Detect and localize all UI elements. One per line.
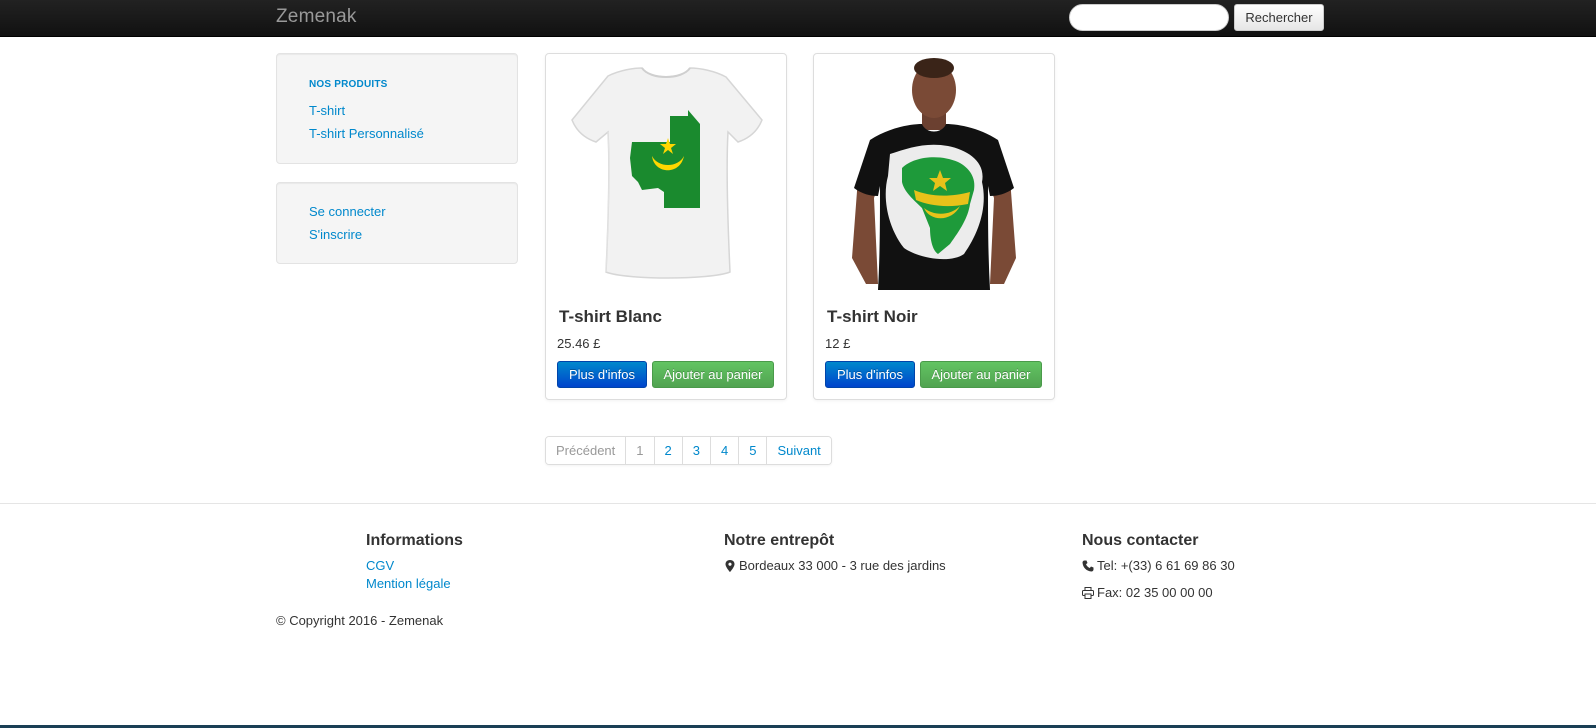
pagination-previous[interactable]: Précédent <box>546 437 626 464</box>
pagination-page-3[interactable]: 3 <box>681 437 710 464</box>
footer-informations-heading: Informations <box>366 532 463 549</box>
more-info-button[interactable]: Plus d'infos <box>825 361 915 388</box>
footer-warehouse: Notre entrepôt Bordeaux 33 000 - 3 rue d… <box>724 532 946 575</box>
product-image-black-tshirt[interactable] <box>818 58 1050 290</box>
pagination-next[interactable]: Suivant <box>766 437 831 464</box>
copyright-text: © Copyright 2016 - Zemenak <box>276 613 444 628</box>
sidebar-item-register[interactable]: S'inscrire <box>309 227 362 242</box>
footer-warehouse-heading: Notre entrepôt <box>724 532 835 549</box>
product-image-white-tshirt[interactable] <box>550 58 782 290</box>
sidebar-products-panel: NOS PRODUITS T-shirt T-shirt Personnalis… <box>276 53 518 164</box>
pagination-page-5[interactable]: 5 <box>738 437 767 464</box>
footer-informations: Informations CGV Mention légale <box>366 532 463 593</box>
product-price: 25.46 £ <box>557 336 601 351</box>
footer-address: Bordeaux 33 000 - 3 rue des jardins <box>724 557 946 575</box>
pagination-page-2[interactable]: 2 <box>653 437 682 464</box>
sidebar-item-login[interactable]: Se connecter <box>309 204 386 219</box>
product-title[interactable]: T-shirt Blanc <box>559 307 662 327</box>
search-button[interactable]: Rechercher <box>1234 4 1324 31</box>
print-icon <box>1082 587 1094 599</box>
more-info-button[interactable]: Plus d'infos <box>557 361 647 388</box>
sidebar-item-tshirt-personnalise[interactable]: T-shirt Personnalisé <box>309 126 424 141</box>
search-input[interactable] <box>1069 4 1229 31</box>
footer-contact-heading: Nous contacter <box>1082 532 1199 549</box>
product-price: 12 £ <box>825 336 851 351</box>
product-title[interactable]: T-shirt Noir <box>827 307 918 327</box>
footer-contact: Nous contacter Tel: +(33) 6 61 69 86 30 … <box>1082 532 1235 602</box>
top-navbar: Zemenak Rechercher <box>0 0 1596 37</box>
footer-fax-text: Fax: 02 35 00 00 00 <box>1097 585 1213 600</box>
footer-address-text: Bordeaux 33 000 - 3 rue des jardins <box>739 558 946 573</box>
footer-divider <box>0 503 1596 504</box>
footer-link-cgv[interactable]: CGV <box>366 557 463 575</box>
footer-phone-text: Tel: +(33) 6 61 69 86 30 <box>1097 558 1235 573</box>
product-card: T-shirt Noir 12 £ Plus d'infos Ajouter a… <box>813 53 1055 400</box>
sidebar-products-header: NOS PRODUITS <box>309 79 388 90</box>
sidebar-item-tshirt[interactable]: T-shirt <box>309 103 345 118</box>
pagination-page-1[interactable]: 1 <box>625 437 654 464</box>
phone-icon <box>1082 560 1094 572</box>
footer-fax: Fax: 02 35 00 00 00 <box>1082 584 1235 602</box>
add-to-cart-button[interactable]: Ajouter au panier <box>920 361 1042 388</box>
map-marker-icon <box>725 560 735 572</box>
footer-phone: Tel: +(33) 6 61 69 86 30 <box>1082 557 1235 575</box>
add-to-cart-button[interactable]: Ajouter au panier <box>652 361 774 388</box>
sidebar-account-panel: Se connecter S'inscrire <box>276 182 518 264</box>
footer-link-mention-legale[interactable]: Mention légale <box>366 575 463 593</box>
pagination-page-4[interactable]: 4 <box>709 437 739 464</box>
product-card: T-shirt Blanc 25.46 £ Plus d'infos Ajout… <box>545 53 787 400</box>
pagination: Précédent 1 2 3 4 5 Suivant <box>545 436 832 465</box>
brand-logo[interactable]: Zemenak <box>276 6 357 28</box>
